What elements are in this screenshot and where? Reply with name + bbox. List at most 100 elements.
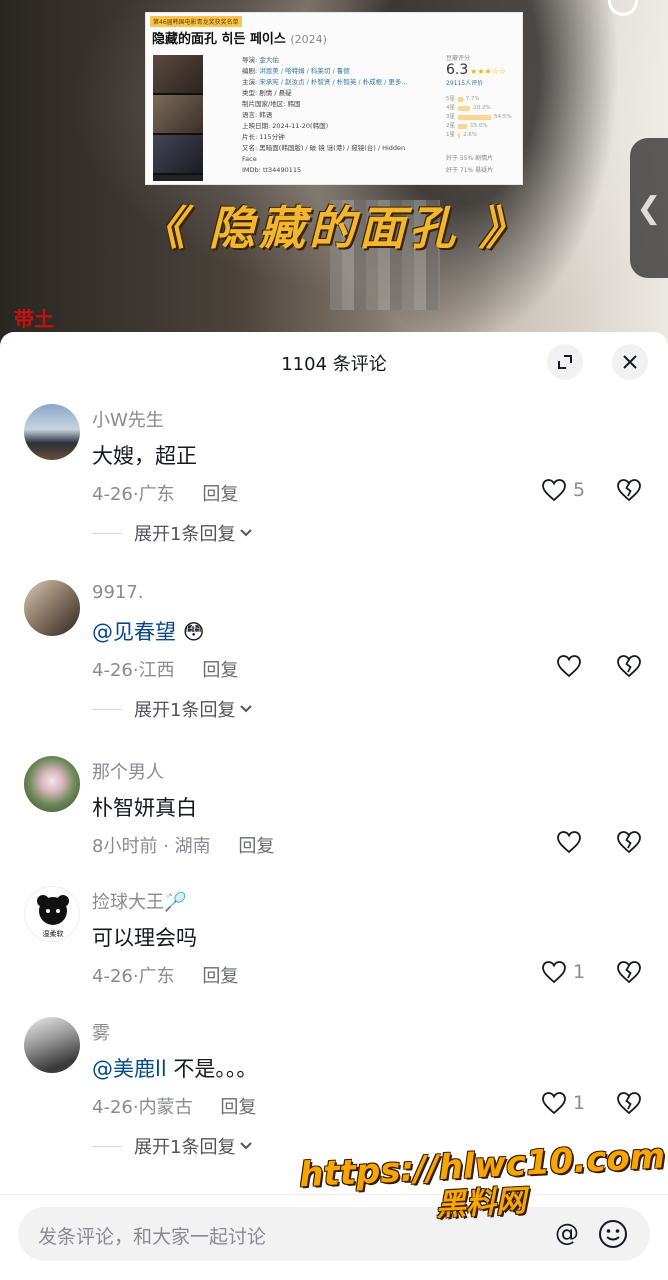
like-count: 1	[573, 1092, 586, 1114]
rating-bar-label: 1星	[446, 132, 455, 138]
meta-row: 语言: 韩语	[242, 111, 273, 119]
comment-time: 4-26	[92, 1097, 133, 1118]
rating-bar	[458, 133, 460, 138]
comment-username[interactable]: 雾	[92, 1019, 110, 1045]
avatar[interactable]	[24, 580, 80, 636]
reply-button[interactable]: 回复	[238, 836, 274, 857]
comment-username[interactable]: 那个男人	[92, 758, 164, 784]
rating-bar-row: 2星 15.0%	[446, 122, 522, 131]
dislike-button[interactable]	[616, 478, 642, 506]
expand-replies-button[interactable]: 展开1条回复	[92, 520, 253, 546]
mention-at-icon[interactable]: @	[555, 1219, 579, 1247]
meta-row: 类型: 剧情 / 悬疑	[242, 89, 292, 97]
like-button[interactable]: 1	[541, 960, 585, 984]
rating-bar-pct: 7.7%	[465, 96, 480, 102]
meta-row: 制片国家/地区: 韩国	[242, 100, 301, 108]
chevron-left-icon: ❮	[636, 190, 662, 226]
movie-year: (2024)	[290, 33, 327, 46]
like-button[interactable]: 1	[541, 1091, 585, 1115]
reply-button[interactable]: 回复	[220, 1097, 256, 1118]
rating-bar	[458, 115, 492, 120]
like-button[interactable]	[556, 654, 582, 678]
heart-icon	[557, 655, 581, 678]
comment-sheet-header: 1104 条评论	[0, 332, 668, 392]
avatar[interactable]	[24, 756, 80, 812]
comment-time: 4-26	[92, 660, 133, 681]
meta-row: 主演: 宋承宪 / 赵汝贞 / 朴智贤 / 朴智英 / 朴成根 / 更多...	[242, 78, 408, 86]
rating-bar-label: 4星	[446, 105, 455, 111]
comment-time: 4-26	[92, 966, 133, 987]
comment-username[interactable]: 小W先生	[92, 406, 164, 432]
mention-link[interactable]: @美鹿ll	[92, 1057, 167, 1081]
movie-title: 隐藏的面孔 히든 페이스 (2024)	[152, 28, 327, 47]
rating-bar-row: 3星 54.5%	[446, 113, 522, 122]
meta-row: 编剧: 洪恩美 / 哈特姆 / 科莱切 / 鲁德	[242, 67, 350, 75]
better-than-drama: 好于 55% 剧情片	[446, 155, 494, 162]
dislike-button[interactable]	[616, 1091, 642, 1119]
rating-bar-pct: 15.0%	[470, 123, 488, 129]
chevron-down-icon	[240, 529, 253, 537]
comment-location: 江西	[138, 660, 175, 681]
rating-label: 豆瓣评分	[446, 55, 471, 62]
video-banner-title: 《 隐藏的面孔 》	[138, 201, 530, 255]
meta-row: 片长: 115分钟	[242, 133, 285, 141]
rating-bar-row: 4星 20.2%	[446, 104, 522, 113]
meta-row: 导演: 金大佑	[242, 56, 279, 64]
meta-row: IMDb: tt34490115	[242, 166, 302, 174]
better-than-mystery: 好于 71% 悬疑片	[446, 167, 494, 174]
reply-button[interactable]: 回复	[202, 660, 238, 681]
dislike-button[interactable]	[616, 654, 642, 682]
heart-icon	[542, 1092, 566, 1115]
movie-info-card: 第46届韩国电影青龙奖获奖名单 隐藏的面孔 히든 페이스 (2024) 导演: …	[145, 12, 523, 185]
dislike-button[interactable]	[616, 960, 642, 988]
rating-stars: ★★★☆☆	[470, 67, 507, 76]
expand-replies-label: 展开1条回复	[134, 524, 236, 545]
avatar[interactable]: 湿柔软	[24, 886, 80, 942]
reply-button[interactable]: 回复	[202, 966, 238, 987]
comment-time: 4-26	[92, 484, 133, 505]
comment-location: 广东	[138, 484, 175, 505]
award-tag: 第46届韩国电影青龙奖获奖名单	[150, 16, 242, 27]
close-button[interactable]	[612, 344, 648, 380]
rating-bar-label: 3星	[446, 114, 455, 120]
meta-row: 上映日期: 2024-11-20(韩国)	[242, 122, 329, 130]
divider	[92, 708, 122, 710]
rating-bar	[458, 124, 468, 129]
broken-heart-icon	[617, 961, 641, 984]
douban-rating: 豆瓣评分 6.3 ★★★☆☆ 29115人评价	[446, 53, 522, 87]
video-player[interactable]: 第46届韩国电影青龙奖获奖名单 隐藏的面孔 히든 페이스 (2024) 导演: …	[0, 0, 668, 345]
like-button[interactable]	[556, 830, 582, 854]
emoji-flushed: 😳	[182, 620, 205, 644]
reply-button[interactable]: 回复	[202, 484, 238, 505]
comment-username[interactable]: 9917.	[92, 582, 144, 603]
comment-text: @美鹿ll 不是。。。	[92, 1057, 258, 1081]
like-count: 1	[573, 961, 586, 983]
comment-text: 可以理会吗	[92, 926, 197, 950]
comment-input-placeholder: 发条评论，和大家一起讨论	[38, 1226, 267, 1248]
dislike-button[interactable]	[616, 830, 642, 858]
comment-meta: 4-26·内蒙古 回复	[92, 1097, 257, 1118]
rating-bar-row: 5星 7.7%	[446, 95, 522, 104]
expand-replies-button[interactable]: 展开1条回复	[92, 696, 253, 722]
expand-replies-label: 展开1条回复	[134, 1137, 236, 1158]
avatar[interactable]	[24, 1017, 80, 1073]
comment-text: 朴智妍真白	[92, 796, 197, 820]
emoji-icon[interactable]	[598, 1219, 628, 1249]
mention-link[interactable]: @见春望	[92, 620, 176, 644]
rating-votes: 29115人评价	[446, 80, 484, 87]
movie-meta-list: 导演: 金大佑 编剧: 洪恩美 / 哈特姆 / 科莱切 / 鲁德 主演: 宋承宪…	[242, 55, 427, 176]
comment-text: @见春望 😳	[92, 616, 205, 646]
rating-bar	[458, 97, 463, 102]
rating-score: 6.3	[446, 62, 469, 78]
like-button[interactable]: 5	[541, 478, 585, 502]
comment-location: 内蒙古	[138, 1097, 193, 1118]
meta-row: 又名: 黑暗面(韩国版) / 破 镜 谜(港) / 窥镜(台) / Hidden	[242, 144, 406, 152]
comment-username[interactable]: 捡球大王🏸	[92, 888, 186, 914]
avatar[interactable]	[24, 404, 80, 460]
rating-bar-pct: 54.5%	[494, 114, 512, 120]
expand-replies-label: 展开1条回复	[134, 700, 236, 721]
side-panel-toggle[interactable]: ❮	[630, 138, 668, 278]
fullscreen-button[interactable]	[547, 344, 583, 380]
expand-replies-button[interactable]: 展开1条回复	[92, 1133, 253, 1159]
close-icon	[623, 355, 637, 369]
